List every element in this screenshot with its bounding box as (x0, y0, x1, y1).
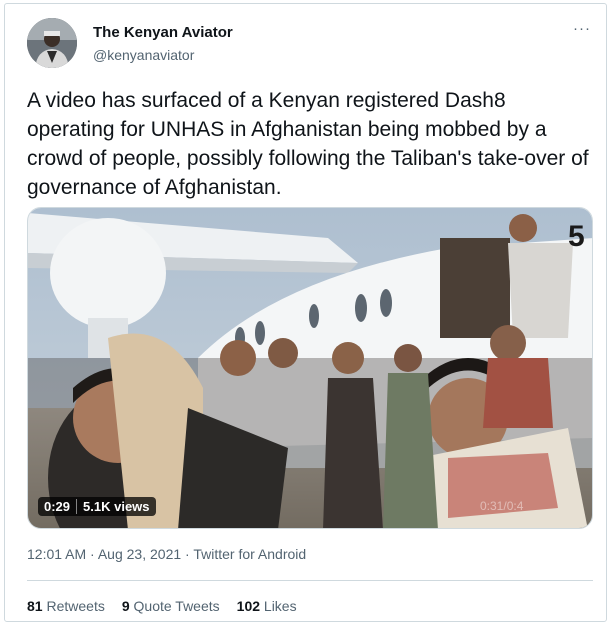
video-duration: 0:29 (44, 499, 71, 514)
video-player[interactable]: 5 0:31/0:4 0:29 5.1K views (27, 207, 593, 529)
retweets-count: 81 (27, 598, 43, 614)
video-stats-badge: 0:29 5.1K views (38, 497, 156, 516)
pilot-avatar-icon (27, 18, 77, 68)
video-watermark: 0:31/0:4 (480, 499, 524, 513)
likes-count: 102 (236, 598, 261, 614)
meta-separator: · (185, 546, 190, 562)
tweet-date[interactable]: Aug 23, 2021 (98, 546, 181, 562)
retweets-label: Retweets (46, 598, 105, 614)
likes-stat[interactable]: 102 Likes (237, 598, 297, 614)
tail-number-text: 5 (568, 220, 585, 253)
author-avatar[interactable] (27, 18, 77, 68)
more-options-icon[interactable]: ··· (573, 20, 591, 37)
tweet-meta: 12:01 AM · Aug 23, 2021 · Twitter for An… (27, 546, 306, 562)
tweet-text: A video has surfaced of a Kenyan registe… (27, 89, 589, 199)
tweet-card: The Kenyan Aviator @kenyanaviator ··· A … (4, 3, 607, 622)
author-handle[interactable]: @kenyanaviator (93, 47, 194, 63)
quote-tweets-stat[interactable]: 9 Quote Tweets (122, 598, 220, 614)
tweet-time[interactable]: 12:01 AM (27, 546, 86, 562)
quote-tweets-label: Quote Tweets (133, 598, 220, 614)
video-thumbnail: 5 0:31/0:4 (28, 208, 592, 528)
tweet-client[interactable]: Twitter for Android (193, 546, 306, 562)
author-name[interactable]: The Kenyan Aviator (93, 24, 233, 41)
meta-separator: · (90, 546, 95, 562)
retweets-stat[interactable]: 81 Retweets (27, 598, 105, 614)
quote-tweets-count: 9 (121, 598, 130, 614)
tweet-stats: 81 Retweets 9 Quote Tweets 102 Likes (27, 598, 297, 614)
likes-label: Likes (263, 598, 297, 614)
video-views: 5.1K views (83, 499, 150, 514)
divider (27, 580, 593, 581)
